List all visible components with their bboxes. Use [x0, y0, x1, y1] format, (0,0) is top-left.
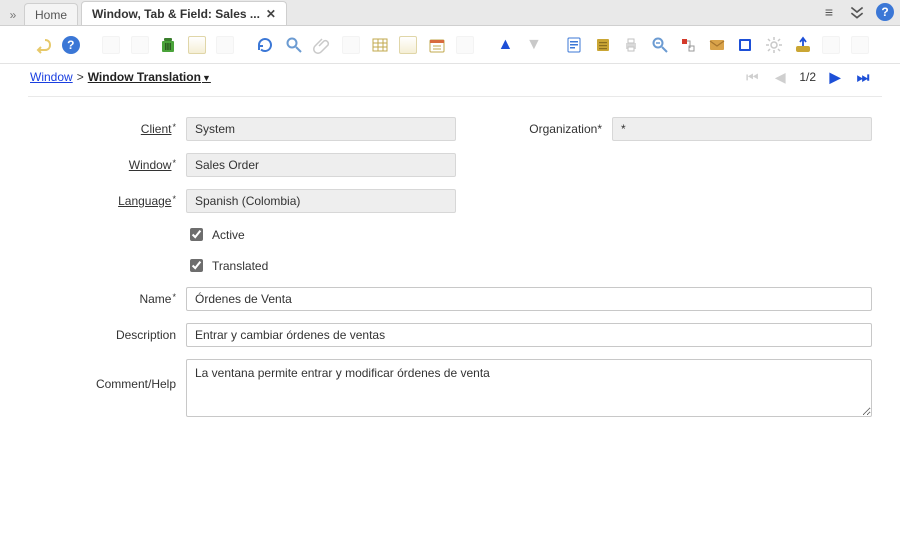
refresh-button[interactable] — [253, 32, 278, 58]
undo-button[interactable] — [30, 32, 55, 58]
save-create-button[interactable] — [213, 32, 238, 58]
row-active: Active — [38, 225, 872, 244]
breadcrumb-current-label: Window Translation — [88, 70, 201, 84]
name-label: Name* — [38, 292, 178, 306]
help-icon[interactable]: ? — [876, 3, 894, 21]
name-input[interactable] — [186, 287, 872, 311]
window-label: Window* — [38, 158, 178, 172]
tab-home[interactable]: Home — [24, 3, 78, 25]
active-label: Active — [212, 228, 245, 242]
help-textarea[interactable] — [186, 359, 872, 417]
active-checkbox[interactable] — [190, 228, 203, 241]
row-name: Name* — [38, 287, 872, 311]
help-label: Comment/Help — [38, 359, 178, 391]
export-button[interactable] — [790, 32, 815, 58]
language-field: Spanish (Colombia) — [186, 189, 456, 213]
active-checkbox-row[interactable]: Active — [186, 225, 245, 244]
prev-record-button[interactable]: ◀ — [771, 68, 789, 86]
active-workflows-button[interactable] — [676, 32, 701, 58]
copy-button[interactable] — [127, 32, 152, 58]
form: Client* System Organization* * Window* S… — [28, 96, 882, 439]
row-translated: Translated — [38, 256, 872, 275]
tab-bar: » Home Window, Tab & Field: Sales ... ✕ … — [0, 0, 900, 26]
next-record-button[interactable]: ▶ — [826, 68, 844, 86]
import-file-button[interactable] — [819, 32, 844, 58]
description-label: Description — [38, 328, 178, 342]
detail-button[interactable]: ▼ — [522, 32, 547, 58]
translated-checkbox[interactable] — [190, 259, 203, 272]
close-icon[interactable]: ✕ — [266, 8, 276, 20]
breadcrumb-parent-link[interactable]: Window — [30, 70, 73, 84]
row-client-org: Client* System Organization* * — [38, 117, 872, 141]
save-button[interactable] — [184, 32, 209, 58]
breadcrumb-sep: > — [77, 70, 84, 84]
delete-button[interactable] — [156, 32, 181, 58]
language-label: Language* — [38, 194, 178, 208]
pager-text: 1/2 — [799, 70, 816, 84]
gear-button[interactable] — [762, 32, 787, 58]
history-button[interactable] — [396, 32, 421, 58]
calendar-button[interactable] — [424, 32, 449, 58]
organization-label: Organization* — [494, 122, 604, 136]
parent-button[interactable]: ▲ — [493, 32, 518, 58]
requests-button[interactable] — [705, 32, 730, 58]
menu-icon[interactable]: ≡ — [820, 3, 838, 21]
help-button[interactable]: ? — [59, 32, 84, 58]
description-input[interactable] — [186, 323, 872, 347]
client-field: System — [186, 117, 456, 141]
tab-window-tab-field[interactable]: Window, Tab & Field: Sales ... ✕ — [81, 1, 287, 25]
breadcrumb-current[interactable]: Window Translation▼ — [88, 70, 211, 84]
row-language: Language* Spanish (Colombia) — [38, 189, 872, 213]
toggle-grid-button[interactable] — [367, 32, 392, 58]
product-info-button[interactable] — [733, 32, 758, 58]
client-label: Client* — [38, 122, 178, 136]
record-pager: ⏮ ◀ 1/2 ▶ ⏭ — [743, 68, 872, 86]
new-button[interactable] — [99, 32, 124, 58]
breadcrumb-row: Window > Window Translation▼ ⏮ ◀ 1/2 ▶ ⏭ — [0, 64, 900, 96]
chat-button[interactable] — [339, 32, 364, 58]
tabbar-right-controls: ≡ ? — [820, 3, 894, 21]
organization-field: * — [612, 117, 872, 141]
last-record-button[interactable]: ⏭ — [854, 68, 872, 86]
translated-label: Translated — [212, 259, 268, 273]
row-description: Description — [38, 323, 872, 347]
csv-import-button[interactable] — [847, 32, 872, 58]
process-button[interactable] — [453, 32, 478, 58]
find-button[interactable] — [282, 32, 307, 58]
expand-sidebar-icon[interactable]: » — [6, 5, 20, 25]
window-field: Sales Order — [186, 153, 456, 177]
breadcrumb: Window > Window Translation▼ — [30, 70, 211, 84]
archive-button[interactable] — [590, 32, 615, 58]
first-record-button[interactable]: ⏮ — [743, 68, 761, 86]
print-button[interactable] — [619, 32, 644, 58]
chevrons-down-icon[interactable] — [848, 3, 866, 21]
row-window: Window* Sales Order — [38, 153, 872, 177]
row-help: Comment/Help — [38, 359, 872, 417]
toolbar: ? ▲ ▼ — [0, 26, 900, 64]
tab-label: Home — [35, 8, 67, 22]
report-button[interactable] — [562, 32, 587, 58]
attachment-button[interactable] — [310, 32, 335, 58]
chevron-down-icon: ▼ — [202, 73, 211, 83]
translated-checkbox-row[interactable]: Translated — [186, 256, 268, 275]
tab-label: Window, Tab & Field: Sales ... — [92, 7, 260, 21]
zoom-across-button[interactable] — [648, 32, 673, 58]
